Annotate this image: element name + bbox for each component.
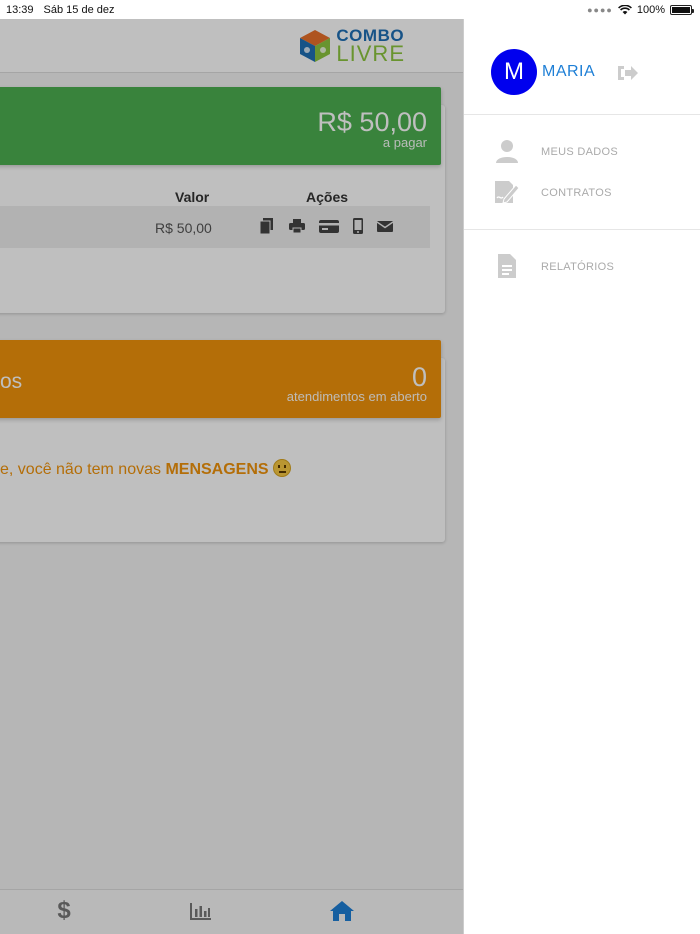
user-name[interactable]: MARIA: [542, 63, 595, 81]
menu-item-label: MEUS DADOS: [541, 146, 618, 158]
contract-signature-icon: [495, 181, 520, 204]
menu-divider: [464, 229, 700, 230]
side-drawer: M MARIA MEUS DADOS CONTRATOS RELATÓRIOS: [463, 19, 700, 934]
drawer-backdrop[interactable]: [0, 19, 463, 934]
menu-item-contratos[interactable]: CONTRATOS: [464, 175, 700, 211]
menu-item-relatorios[interactable]: RELATÓRIOS: [464, 249, 700, 285]
avatar[interactable]: M: [491, 49, 537, 95]
wifi-icon: [617, 4, 632, 14]
battery-level: [672, 6, 690, 13]
logout-icon[interactable]: [616, 63, 640, 83]
battery-percent: 100%: [636, 3, 665, 16]
menu-item-label: RELATÓRIOS: [541, 261, 615, 273]
user-icon: [496, 140, 518, 163]
report-document-icon: [498, 254, 516, 278]
menu-item-meus-dados[interactable]: MEUS DADOS: [464, 134, 700, 170]
battery-icon: [670, 4, 694, 15]
status-date: Sáb 15 de dez: [43, 3, 115, 16]
status-right: ●●●● 100%: [587, 3, 694, 16]
profile-header: M MARIA: [464, 19, 700, 115]
menu-item-label: CONTRATOS: [541, 187, 612, 199]
status-time: 13:39: [6, 3, 34, 16]
signal-dots-icon: ●●●●: [587, 4, 613, 15]
status-bar: 13:39 Sáb 15 de dez ●●●● 100%: [0, 0, 700, 19]
